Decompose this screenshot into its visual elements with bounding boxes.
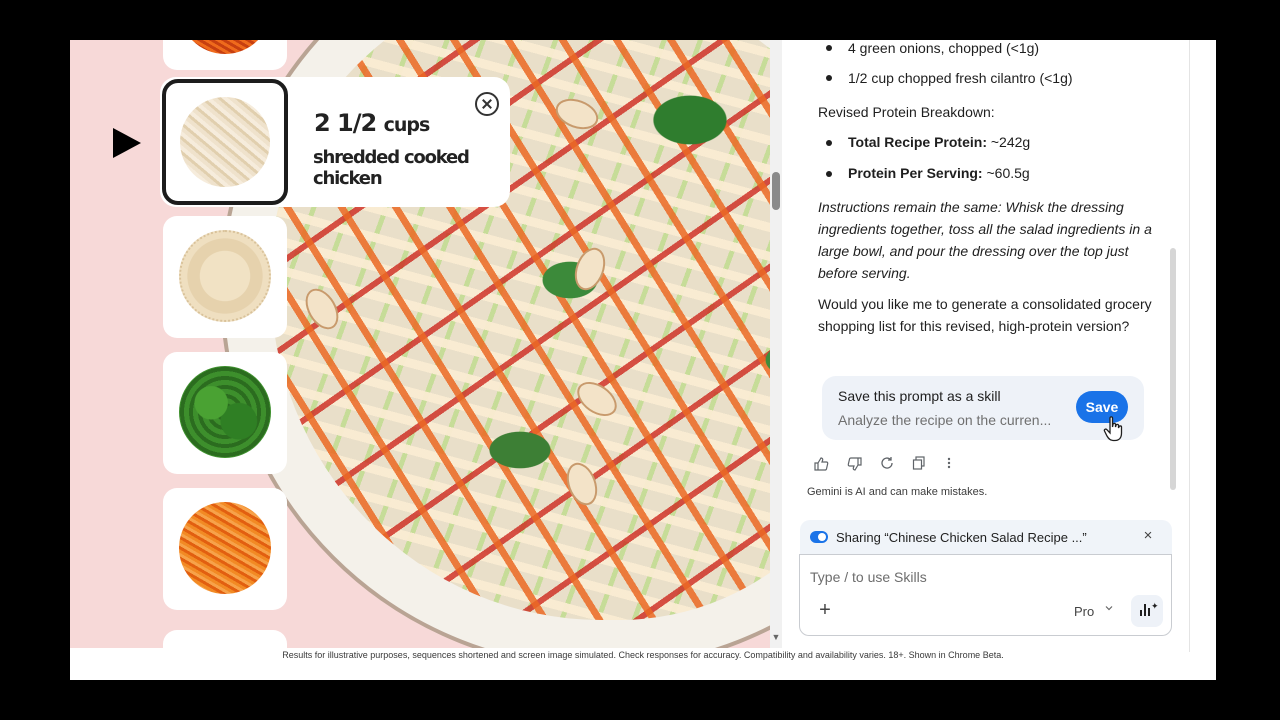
- ai-disclaimer: Gemini is AI and can make mistakes.: [807, 486, 988, 498]
- footer-disclaimer: Results for illustrative purposes, seque…: [282, 650, 1004, 660]
- chat-scrollbar[interactable]: [1170, 248, 1176, 490]
- scroll-down-arrow-icon[interactable]: ▼: [770, 632, 782, 644]
- thumbnail-chicken-selected[interactable]: [162, 79, 288, 205]
- bullet-icon: [826, 75, 832, 81]
- skill-prompt-preview: Analyze the recipe on the curren...: [838, 412, 1052, 428]
- protein-item-label: Total Recipe Protein:: [848, 134, 987, 150]
- chevron-down-icon[interactable]: [1104, 603, 1114, 616]
- voice-input-button[interactable]: ✦: [1131, 595, 1163, 627]
- audio-bar: [1148, 608, 1150, 616]
- recipe-webpage: 2 1/2 cups shredded cooked chicken: [70, 40, 770, 648]
- bullet-icon: [826, 140, 832, 146]
- quantity-unit: cups: [383, 114, 431, 136]
- bullet-icon: [826, 171, 832, 177]
- audio-bar: [1144, 604, 1146, 616]
- sparkle-icon: ✦: [1151, 601, 1159, 611]
- add-attachment-icon[interactable]: +: [816, 600, 834, 620]
- protein-item-value: ~60.5g: [982, 165, 1030, 181]
- prompt-composer: + Pro ✦: [799, 554, 1172, 636]
- ingredient-quantity: 2 1/2 cups: [314, 109, 431, 137]
- sharing-toggle-icon[interactable]: [810, 531, 828, 543]
- skill-title: Save this prompt as a skill: [838, 388, 1001, 404]
- ingredient-bullet: 4 green onions, chopped (<1g): [848, 40, 1040, 56]
- audio-bar: [1140, 610, 1142, 616]
- prompt-input[interactable]: [810, 569, 1110, 585]
- thumbs-down-icon[interactable]: [846, 456, 864, 474]
- model-selector[interactable]: Pro: [1074, 604, 1094, 619]
- ingredient-popup: 2 1/2 cups shredded cooked chicken: [160, 77, 510, 207]
- regenerate-icon[interactable]: [878, 456, 896, 474]
- instructions-text: Instructions remain the same: Whisk the …: [818, 199, 1152, 281]
- quantity-value: 2 1/2: [314, 109, 377, 137]
- more-options-icon[interactable]: [940, 456, 958, 474]
- thumbnail-carrot[interactable]: [163, 488, 287, 610]
- page-scrollbar-thumb[interactable]: [772, 172, 780, 210]
- ingredient-name: shredded cooked chicken: [313, 147, 470, 189]
- thumbnail-next[interactable]: [163, 630, 287, 648]
- save-skill-card: Save this prompt as a skill Analyze the …: [822, 376, 1144, 440]
- tab-sharing-bar: Sharing “Chinese Chicken Salad Recipe ..…: [800, 520, 1172, 554]
- play-icon[interactable]: [113, 128, 141, 158]
- close-icon[interactable]: ×: [1140, 528, 1156, 544]
- gemini-side-panel: 4 green onions, chopped (<1g) 1/2 cup ch…: [782, 40, 1190, 652]
- bullet-icon: [826, 45, 832, 51]
- browser-frame: 2 1/2 cups shredded cooked chicken ▼ 4 g…: [70, 40, 1216, 680]
- ingredient-bullet: 1/2 cup chopped fresh cilantro (<1g): [848, 70, 1073, 86]
- protein-item: Protein Per Serving: ~60.5g: [848, 165, 1030, 181]
- sharing-label: Sharing “Chinese Chicken Salad Recipe ..…: [836, 530, 1087, 545]
- protein-item-value: ~242g: [986, 134, 1031, 150]
- protein-item: Total Recipe Protein: ~242g: [848, 134, 1030, 150]
- thumbs-up-icon[interactable]: [812, 456, 830, 474]
- follow-up-question: Would you like me to generate a consolid…: [818, 296, 1152, 334]
- thumbnail-almond[interactable]: [163, 216, 287, 338]
- protein-item-label: Protein Per Serving:: [848, 165, 983, 181]
- page-scrollbar[interactable]: [770, 40, 782, 648]
- thumbnail-carrot-top[interactable]: [163, 40, 287, 70]
- close-icon[interactable]: [475, 92, 499, 116]
- copy-icon[interactable]: [910, 456, 928, 474]
- protein-heading: Revised Protein Breakdown:: [818, 104, 995, 120]
- thumbnail-cilantro[interactable]: [163, 352, 287, 474]
- hand-cursor-icon: [1103, 416, 1123, 442]
